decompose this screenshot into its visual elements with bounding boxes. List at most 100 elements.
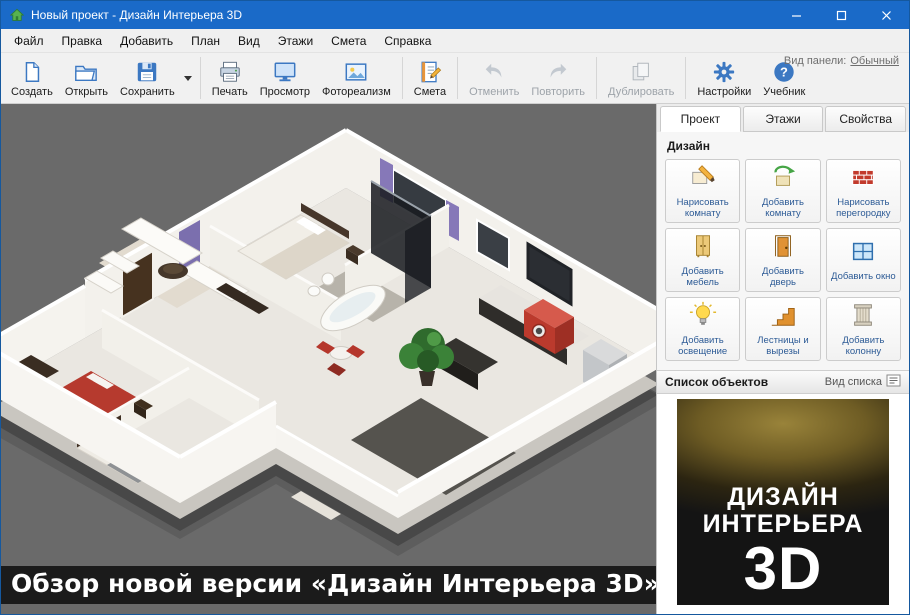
toolbar-separator <box>402 57 403 99</box>
toolbar: Создать Открыть Сохранить Печать <box>1 52 909 104</box>
menu-item-edit[interactable]: Правка <box>53 31 112 51</box>
tab-floors[interactable]: Этажи <box>743 106 824 132</box>
print-button[interactable]: Печать <box>206 55 254 101</box>
tab-project[interactable]: Проект <box>660 106 741 132</box>
toolbar-button-label: Смета <box>414 86 446 98</box>
tool-draw-partition[interactable]: Нарисовать перегородку <box>826 159 901 223</box>
design-section-title: Дизайн <box>657 132 909 156</box>
toolbar-button-label: Учебник <box>763 86 805 98</box>
tool-add-furniture[interactable]: Добавить мебель <box>665 228 740 292</box>
menu-item-view[interactable]: Вид <box>229 31 269 51</box>
panel-tabs: Проект Этажи Свойства <box>657 104 909 132</box>
panel-view-setting: Вид панели: Обычный <box>784 55 899 67</box>
tool-add-door[interactable]: Добавить дверь <box>745 228 820 292</box>
menu-item-floors[interactable]: Этажи <box>269 31 322 51</box>
toolbar-separator <box>685 57 686 99</box>
tool-add-room[interactable]: Добавить комнату <box>745 159 820 223</box>
app-window: Новый проект - Дизайн Интерьера 3D Файл … <box>0 0 910 615</box>
save-dropdown-arrow[interactable] <box>181 55 195 101</box>
stairs-icon <box>769 301 797 334</box>
menu-item-add[interactable]: Добавить <box>111 31 182 51</box>
tool-label: Добавить окно <box>829 272 898 283</box>
logo-line-1: ДИЗАЙН <box>727 484 839 511</box>
tool-add-window[interactable]: Добавить окно <box>826 228 901 292</box>
door-icon <box>769 232 797 265</box>
panel-view-label: Вид панели: <box>784 55 846 67</box>
tab-properties[interactable]: Свойства <box>825 106 906 132</box>
logo-line-3d: 3D <box>744 540 823 597</box>
video-caption: Обзор новой версии «Дизайн Интерьера 3D» <box>1 566 656 605</box>
toolbar-button-label: Настройки <box>697 86 751 98</box>
tool-label: Добавить комнату <box>746 198 819 220</box>
toolbar-separator <box>596 57 597 99</box>
menu-item-file[interactable]: Файл <box>5 31 53 51</box>
toolbar-button-label: Открыть <box>65 86 108 98</box>
duplicate-button[interactable]: Дублировать <box>602 55 680 101</box>
tool-label: Лестницы и вырезы <box>746 336 819 358</box>
objects-list-header: Список объектов Вид списка <box>657 370 909 394</box>
preview-button[interactable]: Просмотр <box>254 55 316 101</box>
add-room-icon <box>769 163 797 196</box>
tool-label: Добавить дверь <box>746 267 819 289</box>
menu-item-estimate[interactable]: Смета <box>322 31 375 51</box>
save-button[interactable]: Сохранить <box>114 55 181 101</box>
bulb-icon <box>689 301 717 334</box>
toolbar-separator <box>200 57 201 99</box>
tool-label: Добавить мебель <box>666 267 739 289</box>
pencil-room-icon <box>689 163 717 196</box>
view-list-control[interactable]: Вид списка <box>825 374 901 390</box>
wardrobe-icon <box>689 232 717 265</box>
open-folder-icon <box>74 58 98 84</box>
toolbar-button-label: Повторить <box>531 86 585 98</box>
list-view-icon <box>886 374 901 390</box>
toolbar-button-label: Создать <box>11 86 53 98</box>
redo-arrow-icon <box>546 58 570 84</box>
new-project-button[interactable]: Создать <box>5 55 59 101</box>
printer-icon <box>218 58 242 84</box>
title-bar: Новый проект - Дизайн Интерьера 3D <box>1 1 909 29</box>
photorealism-button[interactable]: Фотореализм <box>316 55 397 101</box>
undo-arrow-icon <box>482 58 506 84</box>
view-list-label: Вид списка <box>825 376 882 388</box>
redo-button[interactable]: Повторить <box>525 55 591 101</box>
design-canvas[interactable]: Обзор новой версии «Дизайн Интерьера 3D» <box>1 104 656 614</box>
tool-add-column[interactable]: Добавить колонну <box>826 297 901 361</box>
undo-button[interactable]: Отменить <box>463 55 525 101</box>
maximize-button[interactable] <box>819 1 864 29</box>
tool-label: Добавить колонну <box>827 336 900 358</box>
panel-view-value-link[interactable]: Обычный <box>850 55 899 67</box>
gear-icon <box>712 58 736 84</box>
toolbar-button-label: Сохранить <box>120 86 175 98</box>
settings-button[interactable]: Настройки <box>691 55 757 101</box>
toolbar-button-label: Фотореализм <box>322 86 391 98</box>
new-document-icon <box>20 58 44 84</box>
toolbar-button-label: Просмотр <box>260 86 310 98</box>
brick-wall-icon <box>849 163 877 196</box>
tool-label: Нарисовать комнату <box>666 198 739 220</box>
logo-line-2: ИНТЕРЬЕРА <box>703 511 864 538</box>
window-controls <box>774 1 909 29</box>
toolbar-button-label: Отменить <box>469 86 519 98</box>
column-icon <box>849 301 877 334</box>
menu-item-plan[interactable]: План <box>182 31 229 51</box>
open-project-button[interactable]: Открыть <box>59 55 114 101</box>
tool-label: Нарисовать перегородку <box>827 198 900 220</box>
window-icon <box>849 237 877 270</box>
right-panel: Проект Этажи Свойства Дизайн Нарисовать … <box>656 104 909 614</box>
menu-bar: Файл Правка Добавить План Вид Этажи Смет… <box>1 29 909 52</box>
tool-stairs-cutouts[interactable]: Лестницы и вырезы <box>745 297 820 361</box>
toolbar-button-label: Печать <box>212 86 248 98</box>
objects-list-title: Список объектов <box>665 375 768 389</box>
menu-item-help[interactable]: Справка <box>375 31 440 51</box>
main-area: Обзор новой версии «Дизайн Интерьера 3D»… <box>1 104 909 614</box>
minimize-button[interactable] <box>774 1 819 29</box>
window-title: Новый проект - Дизайн Интерьера 3D <box>31 8 774 22</box>
tool-add-lighting[interactable]: Добавить освещение <box>665 297 740 361</box>
estimate-button[interactable]: Смета <box>408 55 452 101</box>
floorplan-3d-render <box>1 104 656 614</box>
toolbar-separator <box>457 57 458 99</box>
objects-list[interactable]: ДИЗАЙН ИНТЕРЬЕРА 3D <box>657 394 909 614</box>
tool-draw-room[interactable]: Нарисовать комнату <box>665 159 740 223</box>
duplicate-pages-icon <box>629 58 653 84</box>
close-button[interactable] <box>864 1 909 29</box>
